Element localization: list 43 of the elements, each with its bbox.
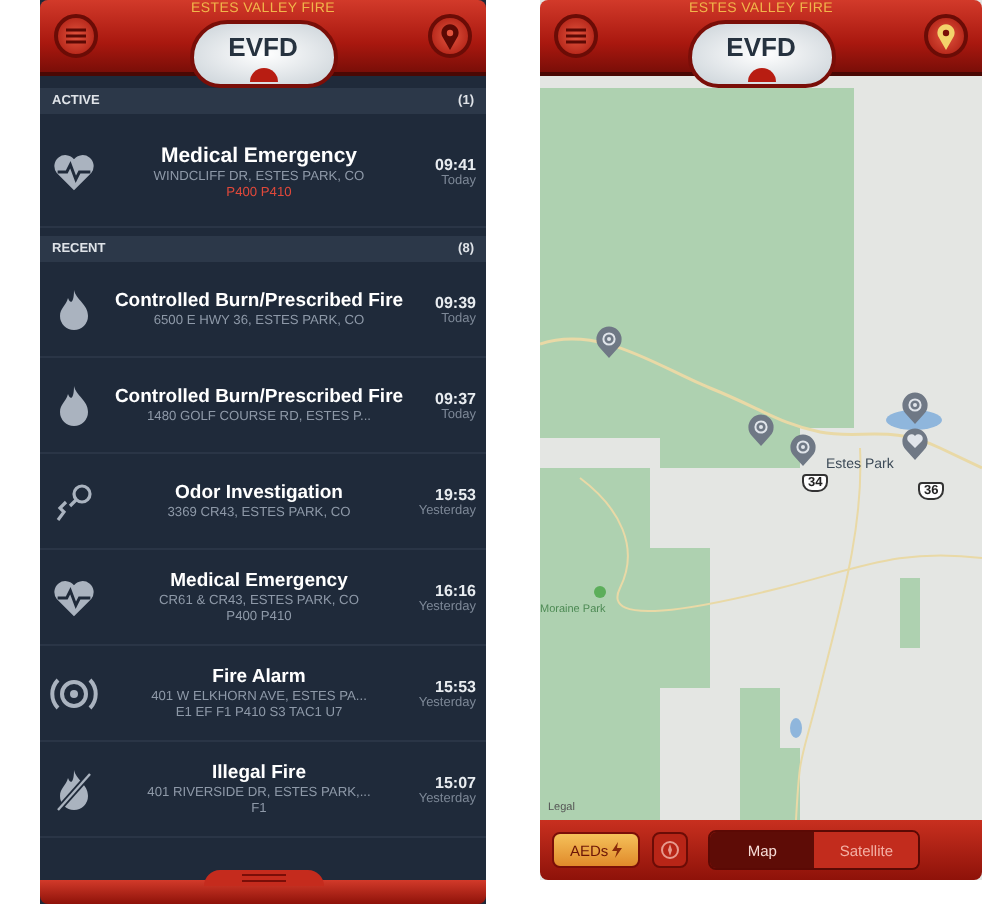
compass-icon [660,840,681,860]
incident-time: 15:07 [435,773,476,791]
incident-title: Medical Emergency [160,144,358,168]
location-button[interactable] [924,14,968,58]
flame-icon [58,287,90,331]
drawer-handle[interactable] [203,870,323,886]
location-pin-icon [936,23,956,49]
flame-icon [58,383,90,427]
logo-text: EVFD [726,34,796,62]
logo-badge[interactable]: EVFD [687,20,835,88]
alarm-bell-icon [50,673,98,713]
incident-title: Medical Emergency [170,570,348,592]
incident-time: 16:16 [435,581,476,599]
menu-button[interactable] [554,14,598,58]
incident-title: Odor Investigation [175,482,343,504]
lightning-icon [612,842,623,858]
alarm-pin-icon[interactable] [790,434,816,466]
crossed-flame-icon [56,767,92,811]
incident-time: 09:39 [435,293,476,311]
dropdown-tab-icon [747,68,775,82]
alarm-pin-icon[interactable] [596,326,622,358]
nose-magnifier-icon [52,479,96,523]
alarm-pin-icon[interactable] [902,392,928,424]
heart-icon [52,577,96,617]
compass-button[interactable] [652,832,689,868]
incident-time: 09:37 [435,389,476,407]
incident-time: 09:41 [435,156,476,174]
incident-title: Illegal Fire [212,762,306,784]
incident-title: Fire Alarm [212,666,306,688]
location-pin-icon [440,23,460,49]
dropdown-tab-icon [249,68,277,82]
alarm-pin-icon[interactable] [748,414,774,446]
menu-icon [66,28,86,44]
incident-time: 19:53 [435,485,476,503]
heart-icon [52,152,96,192]
incident-time: 15:53 [435,677,476,695]
incident-title: Controlled Burn/Prescribed Fire [114,290,404,312]
logo-text: EVFD [228,34,298,62]
menu-icon [566,28,586,44]
incident-title: Controlled Burn/Prescribed Fire [114,386,404,408]
menu-button[interactable] [54,14,98,58]
heart-pin-icon[interactable] [902,428,928,460]
logo-badge[interactable]: EVFD [189,20,337,88]
